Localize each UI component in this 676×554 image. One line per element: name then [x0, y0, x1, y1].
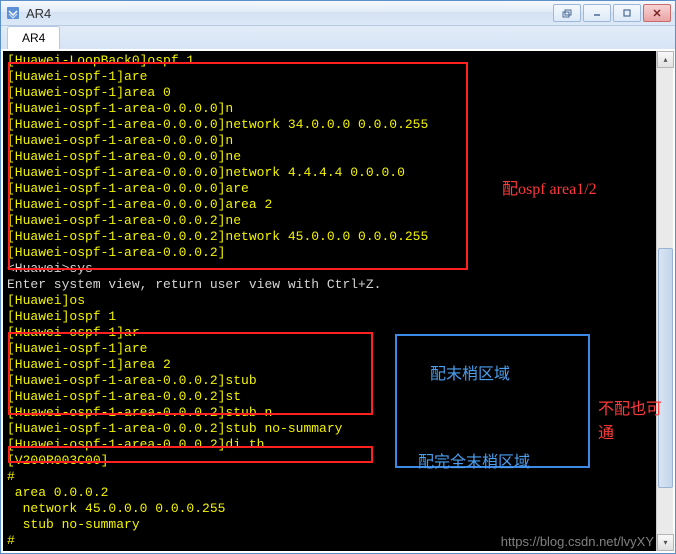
- titlebar[interactable]: AR4: [1, 1, 675, 26]
- scroll-up-button[interactable]: ▴: [657, 51, 674, 68]
- app-icon: [5, 5, 21, 21]
- scroll-thumb[interactable]: [658, 248, 673, 488]
- app-window: AR4 AR4 [Huawei-LoopBack0]ospf 1[Huawei-…: [0, 0, 676, 554]
- terminal-output: [Huawei-LoopBack0]ospf 1[Huawei-ospf-1]a…: [3, 51, 656, 551]
- minimize-button[interactable]: [583, 4, 611, 22]
- sticky-button[interactable]: [553, 4, 581, 22]
- terminal[interactable]: [Huawei-LoopBack0]ospf 1[Huawei-ospf-1]a…: [3, 51, 656, 551]
- scroll-down-button[interactable]: ▾: [657, 534, 674, 551]
- window-controls: [551, 4, 671, 22]
- scrollbar: ▴ ▾: [656, 51, 673, 551]
- maximize-button[interactable]: [613, 4, 641, 22]
- terminal-container: [Huawei-LoopBack0]ospf 1[Huawei-ospf-1]a…: [1, 49, 675, 553]
- scroll-track[interactable]: [657, 68, 673, 534]
- tab-bar: AR4: [1, 26, 675, 49]
- window-title: AR4: [26, 6, 551, 21]
- tab-ar4[interactable]: AR4: [7, 26, 60, 49]
- close-button[interactable]: [643, 4, 671, 22]
